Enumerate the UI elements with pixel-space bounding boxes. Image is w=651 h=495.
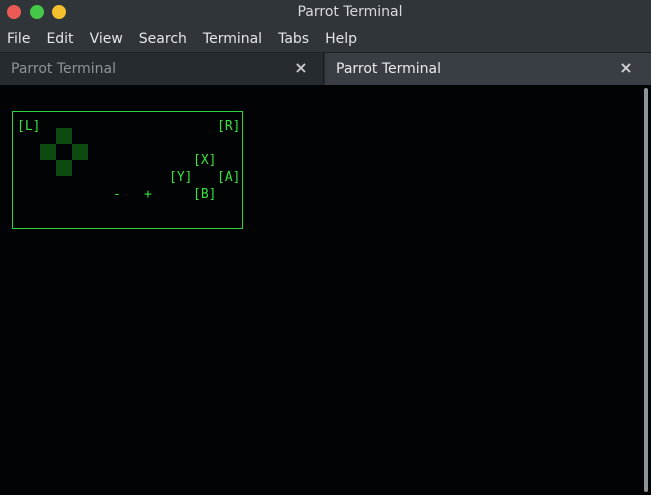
button-b-label: [B] (193, 187, 217, 202)
close-tab-icon[interactable]: × (617, 59, 635, 77)
menu-search[interactable]: Search (139, 31, 187, 47)
menu-terminal[interactable]: Terminal (203, 31, 262, 47)
scrollbar-thumb[interactable] (644, 88, 648, 492)
dpad-left (40, 144, 56, 160)
menu-file[interactable]: File (7, 31, 30, 47)
tab-bar: Parrot Terminal × Parrot Terminal × (0, 52, 651, 85)
button-x-label: [X] (193, 153, 217, 168)
tab-label: Parrot Terminal (336, 61, 442, 77)
menu-tabs[interactable]: Tabs (278, 31, 309, 47)
terminal-window: Parrot Terminal File Edit View Search Te… (0, 0, 651, 495)
menu-bar: File Edit View Search Terminal Tabs Help (0, 25, 651, 52)
minus-button-label: - (113, 187, 121, 202)
button-y-label: [Y] (169, 170, 193, 185)
menu-view[interactable]: View (90, 31, 123, 47)
close-tab-icon[interactable]: × (292, 59, 310, 77)
dpad-right (72, 144, 88, 160)
tab-terminal-2[interactable]: Parrot Terminal × (325, 53, 651, 85)
left-shoulder-label: [L] (17, 119, 41, 134)
title-bar: Parrot Terminal (0, 0, 651, 25)
menu-edit[interactable]: Edit (46, 31, 73, 47)
button-a-label: [A] (217, 170, 241, 185)
gamepad-display: [L] [R] [X] [Y] [A] [B] - + (12, 111, 243, 229)
terminal-scrollbar[interactable] (641, 85, 651, 495)
right-shoulder-label: [R] (217, 119, 241, 134)
plus-button-label: + (144, 187, 152, 202)
tab-label: Parrot Terminal (11, 61, 117, 77)
dpad-up (56, 128, 72, 144)
window-title: Parrot Terminal (297, 4, 403, 20)
dpad-down (56, 160, 72, 176)
tab-terminal-1[interactable]: Parrot Terminal × (0, 53, 324, 85)
menu-help[interactable]: Help (325, 31, 357, 47)
